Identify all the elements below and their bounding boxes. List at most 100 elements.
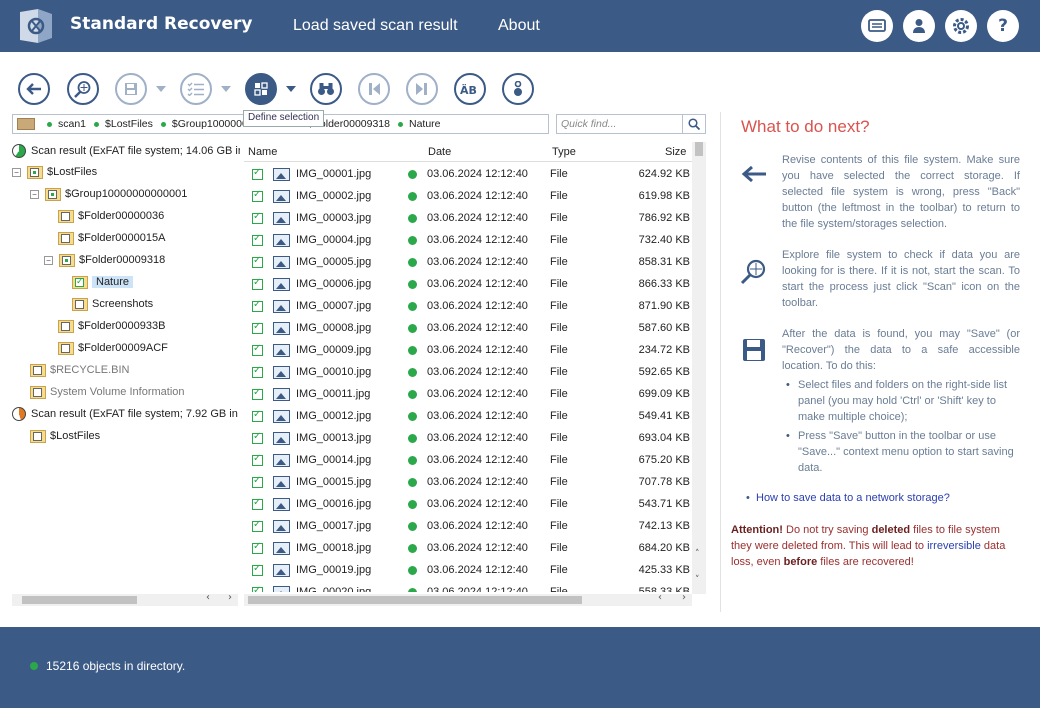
- breadcrumb-item[interactable]: Nature: [398, 118, 441, 130]
- back-button[interactable]: [18, 73, 50, 105]
- next-button[interactable]: [406, 73, 438, 105]
- column-size[interactable]: Size: [665, 146, 686, 158]
- row-checkbox[interactable]: [252, 519, 263, 532]
- table-row[interactable]: IMG_00007.jpg 03.06.2024 12:12:40 File 871.…: [244, 296, 692, 318]
- user-icon[interactable]: [903, 10, 935, 42]
- tree-horizontal-scrollbar[interactable]: ‹ ›: [12, 592, 238, 606]
- table-row[interactable]: IMG_00016.jpg 03.06.2024 12:12:40 File 543.…: [244, 494, 692, 516]
- row-checkbox[interactable]: [252, 453, 263, 466]
- row-checkbox[interactable]: [252, 585, 263, 592]
- help-icon[interactable]: ?: [987, 10, 1019, 42]
- network-storage-link[interactable]: How to save data to a network storage?: [746, 492, 950, 504]
- row-checkbox[interactable]: [252, 277, 263, 290]
- monitor-icon[interactable]: [861, 10, 893, 42]
- collapse-icon[interactable]: −: [12, 167, 21, 177]
- row-checkbox[interactable]: [252, 365, 263, 378]
- table-row[interactable]: IMG_00006.jpg 03.06.2024 12:12:40 File 866.…: [244, 274, 692, 296]
- table-row[interactable]: IMG_00011.jpg 03.06.2024 12:12:40 File 699.…: [244, 384, 692, 406]
- selection-dropdown-icon[interactable]: [286, 86, 296, 92]
- scroll-left-icon[interactable]: ‹: [658, 592, 662, 603]
- scroll-right-icon[interactable]: ›: [682, 592, 686, 603]
- gear-icon[interactable]: [945, 10, 977, 42]
- row-checkbox[interactable]: [252, 387, 263, 400]
- table-row[interactable]: IMG_00004.jpg 03.06.2024 12:12:40 File 732.…: [244, 230, 692, 252]
- row-checkbox[interactable]: [252, 233, 263, 246]
- tree-item-folder[interactable]: $Folder00009ACF: [58, 339, 168, 357]
- tree-item-scan-result-2[interactable]: Scan result (ExFAT file system; 7.92 GB …: [12, 405, 238, 423]
- row-checkbox[interactable]: [252, 299, 263, 312]
- recoverable-status-icon: [408, 258, 417, 267]
- breadcrumb-item[interactable]: scan1: [47, 118, 86, 130]
- row-checkbox[interactable]: [252, 189, 263, 202]
- table-row[interactable]: IMG_00020.jpg03.06.2024 12:12:40File558.…: [244, 582, 692, 592]
- tree-item-recycle-bin[interactable]: $RECYCLE.BIN: [30, 361, 129, 379]
- tree-item-screenshots[interactable]: Screenshots: [72, 295, 153, 313]
- row-checkbox[interactable]: [252, 497, 263, 510]
- file-size: 699.09 KB: [638, 388, 690, 400]
- tree-item-system-volume-information[interactable]: System Volume Information: [30, 383, 185, 401]
- collapse-icon[interactable]: −: [30, 189, 39, 199]
- scroll-up-icon[interactable]: ˄: [695, 549, 700, 559]
- column-date[interactable]: Date: [428, 146, 451, 158]
- row-checkbox[interactable]: [252, 541, 263, 554]
- table-row[interactable]: IMG_00015.jpg 03.06.2024 12:12:40 File 707.…: [244, 472, 692, 494]
- scroll-down-icon[interactable]: ˅: [695, 575, 700, 585]
- load-scan-result-link[interactable]: Load saved scan result: [293, 17, 458, 35]
- save-button[interactable]: [115, 73, 147, 105]
- row-checkbox[interactable]: [252, 255, 263, 268]
- save-dropdown-icon[interactable]: [156, 86, 166, 92]
- row-checkbox[interactable]: [252, 321, 263, 334]
- svg-text:ÄB: ÄB: [460, 83, 477, 96]
- table-row[interactable]: IMG_00001.jpg 03.06.2024 12:12:40 File 624.…: [244, 164, 692, 186]
- tree-item-scan-result-1[interactable]: Scan result (ExFAT file system; 14.06 GB…: [12, 142, 240, 160]
- table-row[interactable]: IMG_00008.jpg 03.06.2024 12:12:40 File 587.…: [244, 318, 692, 340]
- row-checkbox[interactable]: [252, 211, 263, 224]
- previous-button[interactable]: [358, 73, 390, 105]
- checklist-button[interactable]: [180, 73, 212, 105]
- binoculars-button[interactable]: [310, 73, 342, 105]
- folder-icon: [58, 341, 74, 355]
- table-row[interactable]: IMG_00017.jpg 03.06.2024 12:12:40 File 742.…: [244, 516, 692, 538]
- tree-item-folder[interactable]: $Folder0000015A: [58, 229, 165, 247]
- row-checkbox[interactable]: [252, 167, 263, 180]
- row-checkbox[interactable]: [252, 431, 263, 444]
- breadcrumb-item[interactable]: $LostFiles: [94, 118, 153, 130]
- table-row[interactable]: IMG_00012.jpg 03.06.2024 12:12:40 File 549.…: [244, 406, 692, 428]
- table-row[interactable]: IMG_00010.jpg 03.06.2024 12:12:40 File 592.…: [244, 362, 692, 384]
- tree-item-group[interactable]: − $Group10000000000001: [30, 185, 187, 203]
- column-name[interactable]: Name: [248, 146, 277, 158]
- table-row[interactable]: IMG_00019.jpg 03.06.2024 12:12:40 File 425.…: [244, 560, 692, 582]
- table-row[interactable]: IMG_00014.jpg 03.06.2024 12:12:40 File 675.…: [244, 450, 692, 472]
- text-encoding-icon[interactable]: ÄB: [454, 73, 486, 105]
- row-checkbox[interactable]: [252, 343, 263, 356]
- table-row[interactable]: IMG_00005.jpg 03.06.2024 12:12:40 File 858.…: [244, 252, 692, 274]
- table-row[interactable]: IMG_00018.jpg 03.06.2024 12:12:40 File 684.…: [244, 538, 692, 560]
- file-list-horizontal-scrollbar[interactable]: ‹ ›: [244, 592, 692, 606]
- define-selection-button[interactable]: [245, 73, 277, 105]
- tree-item-lostfiles-2[interactable]: $LostFiles: [30, 427, 100, 445]
- row-checkbox[interactable]: [252, 409, 263, 422]
- tree-item-folder[interactable]: $Folder00000036: [58, 207, 164, 225]
- scroll-right-icon[interactable]: ›: [228, 592, 232, 603]
- table-row[interactable]: IMG_00002.jpg 03.06.2024 12:12:40 File 619.…: [244, 186, 692, 208]
- tree-item-folder[interactable]: $Folder0000933B: [58, 317, 165, 335]
- table-row[interactable]: IMG_00009.jpg 03.06.2024 12:12:40 File 234.…: [244, 340, 692, 362]
- panel-splitter[interactable]: [720, 112, 721, 612]
- search-icon[interactable]: [682, 114, 706, 134]
- tree-item-folder[interactable]: − $Folder00009318: [44, 251, 165, 269]
- collapse-icon[interactable]: −: [44, 255, 53, 265]
- title-bar: Standard Recovery Load saved scan result…: [0, 0, 1040, 52]
- file-list-vertical-scrollbar[interactable]: ˄ ˅: [692, 142, 706, 594]
- info-icon[interactable]: [502, 73, 534, 105]
- row-checkbox[interactable]: [252, 563, 263, 576]
- table-row[interactable]: IMG_00003.jpg 03.06.2024 12:12:40 File 786.…: [244, 208, 692, 230]
- table-row[interactable]: IMG_00013.jpg 03.06.2024 12:12:40 File 693.…: [244, 428, 692, 450]
- about-link[interactable]: About: [498, 17, 540, 35]
- row-checkbox[interactable]: [252, 475, 263, 488]
- column-type[interactable]: Type: [552, 146, 576, 158]
- scan-button[interactable]: [67, 73, 99, 105]
- scroll-left-icon[interactable]: ‹: [206, 592, 210, 603]
- tree-item-nature[interactable]: Nature: [72, 273, 134, 291]
- checklist-dropdown-icon[interactable]: [221, 86, 231, 92]
- tree-item-lostfiles[interactable]: − $LostFiles: [12, 163, 97, 181]
